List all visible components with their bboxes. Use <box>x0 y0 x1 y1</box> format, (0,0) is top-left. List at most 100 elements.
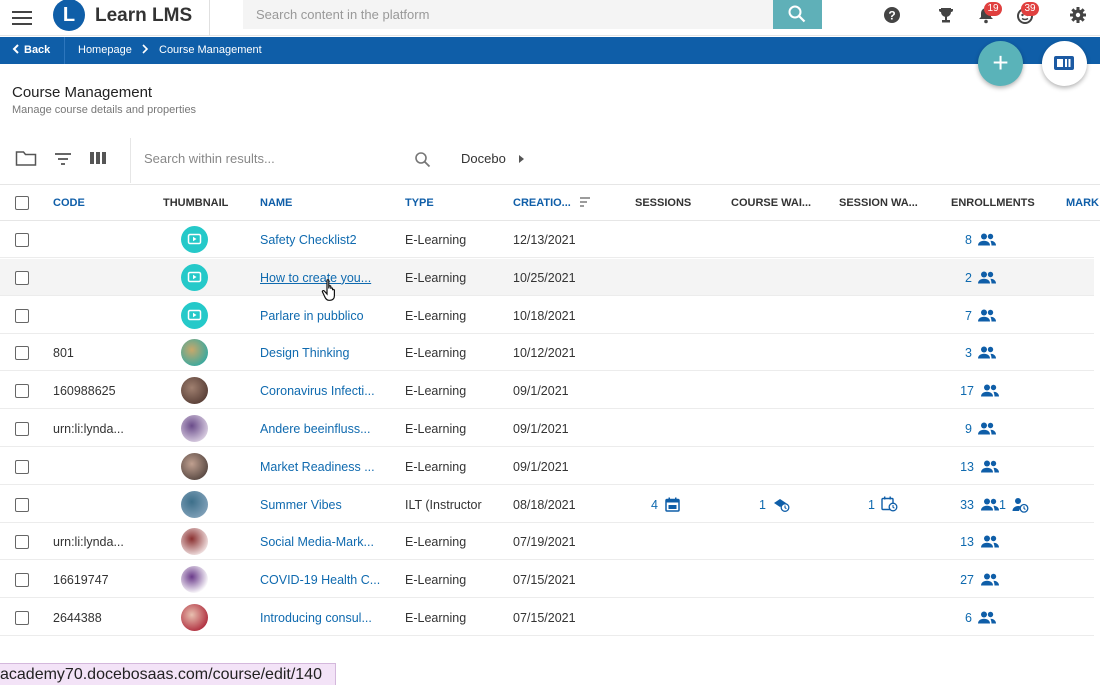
filter-icon[interactable] <box>53 148 73 173</box>
enrollments-people-icon[interactable] <box>978 611 996 629</box>
cell-creation-date: 09/1/2021 <box>513 384 569 399</box>
enrollments-count[interactable]: 3 <box>942 346 972 360</box>
col-creation[interactable]: CREATIO... <box>513 197 571 209</box>
enrollments-count[interactable]: 6 <box>942 611 972 625</box>
table-row[interactable]: Parlare in pubblico E-Learning 10/18/2021 7 <box>0 297 1094 334</box>
source-selector[interactable]: Docebo <box>461 151 506 166</box>
divider <box>130 138 131 183</box>
enrollments-count[interactable]: 27 <box>944 573 974 587</box>
course-name-link[interactable]: COVID-19 Health C... <box>260 573 380 587</box>
row-checkbox[interactable] <box>15 422 29 436</box>
add-course-button[interactable]: + <box>978 41 1023 86</box>
enrollments-count[interactable]: 9 <box>942 422 972 436</box>
enrollments-count[interactable]: 13 <box>944 460 974 474</box>
cell-code: 16619747 <box>53 573 109 588</box>
course-name-link[interactable]: Introducing consul... <box>260 611 372 625</box>
enrollments-count[interactable]: 17 <box>944 384 974 398</box>
row-checkbox[interactable] <box>15 535 29 550</box>
session-waiting-icon[interactable] <box>881 496 898 517</box>
course-thumbnail-image <box>181 490 208 518</box>
course-waiting-count[interactable]: 1 <box>736 498 766 512</box>
row-checkbox[interactable] <box>15 497 29 512</box>
table-row[interactable]: urn:li:lynda... Andere beeinfluss... E-Lea… <box>0 410 1094 447</box>
enrollments-people-icon[interactable] <box>978 233 996 251</box>
notifications-bell-icon[interactable]: 19 <box>976 2 1002 27</box>
enrollments-count[interactable]: 7 <box>942 309 972 323</box>
table-row[interactable]: 2644388 Introducing consul... E-Learning 07… <box>0 599 1094 636</box>
help-icon[interactable]: ? <box>882 5 904 27</box>
row-checkbox[interactable] <box>15 611 29 625</box>
row-checkbox[interactable] <box>15 233 29 247</box>
enrollments-people-icon[interactable] <box>981 498 999 516</box>
row-checkbox[interactable] <box>15 573 29 588</box>
calendar-icon[interactable] <box>665 497 680 517</box>
course-name-link[interactable]: Coronavirus Infecti... <box>260 384 375 398</box>
breadcrumb-bar: Back Homepage Course Management <box>0 37 1100 64</box>
course-name-link[interactable]: Social Media-Mark... <box>260 535 374 549</box>
col-more[interactable]: MARK <box>1066 197 1099 209</box>
enrollments-people-icon[interactable] <box>981 460 999 478</box>
course-name-link[interactable]: Safety Checklist2 <box>260 233 357 247</box>
enrollments-people-icon[interactable] <box>978 422 996 440</box>
row-checkbox[interactable] <box>15 308 29 323</box>
table-row[interactable]: How to create you... E-Learning 10/25/2021… <box>0 258 1094 296</box>
enrollments-count[interactable]: 8 <box>942 233 972 247</box>
table-row[interactable]: 801 Design Thinking E-Learning 10/12/2021 3 <box>0 334 1094 372</box>
cell-creation-date: 07/15/2021 <box>513 611 576 625</box>
row-checkbox[interactable] <box>15 384 29 399</box>
col-session-waiting: SESSION WA... <box>839 197 918 209</box>
select-all-checkbox[interactable] <box>15 196 29 210</box>
results-search-input[interactable]: Search within results... <box>144 151 275 166</box>
enrollments-people-icon[interactable] <box>981 384 999 402</box>
row-checkbox[interactable] <box>15 346 29 361</box>
course-name-link[interactable]: Parlare in pubblico <box>260 309 364 323</box>
video-thumbnail-icon <box>181 226 208 253</box>
col-code[interactable]: CODE <box>53 197 85 209</box>
breadcrumb-homepage[interactable]: Homepage <box>78 44 132 56</box>
enrollments-people-icon[interactable] <box>981 573 999 591</box>
global-search-input[interactable]: Search content in the platform <box>243 0 773 29</box>
enrollments-people-icon[interactable] <box>978 271 996 289</box>
messages-icon[interactable]: 39 <box>1015 2 1039 27</box>
table-row[interactable]: Summer Vibes ILT (Instructor 08/18/2021 4 1 1… <box>0 486 1094 523</box>
table-row[interactable]: Safety Checklist2 E-Learning 12/13/2021 8 <box>0 221 1094 258</box>
enrollments-people-icon[interactable] <box>978 346 996 364</box>
row-checkbox[interactable] <box>15 270 29 285</box>
caret-right-icon[interactable] <box>519 155 524 163</box>
course-name-link[interactable]: Market Readiness ... <box>260 460 375 474</box>
enrollments-count[interactable]: 2 <box>942 271 972 285</box>
table-row[interactable]: urn:li:lynda... Social Media-Mark... E-Lea… <box>0 523 1094 561</box>
chevron-right-icon <box>141 43 149 58</box>
folder-icon[interactable] <box>15 148 37 173</box>
enrollments-count[interactable]: 13 <box>944 535 974 549</box>
columns-icon[interactable] <box>89 148 107 173</box>
back-button[interactable]: Back <box>12 44 50 56</box>
course-name-link[interactable]: Andere beeinfluss... <box>260 422 371 436</box>
course-name-link[interactable]: Summer Vibes <box>260 498 342 512</box>
search-button[interactable] <box>773 0 822 29</box>
hamburger-menu-icon[interactable] <box>10 7 34 29</box>
sessions-count[interactable]: 4 <box>628 498 658 512</box>
enrollments-count[interactable]: 33 <box>944 498 974 512</box>
sort-icon[interactable] <box>579 195 591 213</box>
table-row[interactable]: Market Readiness ... E-Learning 09/1/2021 1… <box>0 448 1094 485</box>
panel-toggle-button[interactable] <box>1042 41 1087 86</box>
session-waiting-count[interactable]: 1 <box>845 498 875 512</box>
col-type[interactable]: TYPE <box>405 197 434 209</box>
enrollment-waiting-icon[interactable] <box>1012 497 1029 518</box>
course-thumbnail-image <box>181 415 208 442</box>
col-name[interactable]: NAME <box>260 197 292 209</box>
settings-gear-icon[interactable] <box>1068 5 1090 27</box>
trophy-icon[interactable] <box>936 5 958 27</box>
cell-type: E-Learning <box>405 233 467 247</box>
course-name-link[interactable]: How to create you... <box>260 271 371 285</box>
table-row[interactable]: 160988625 Coronavirus Infecti... E-Learnin… <box>0 372 1094 410</box>
course-name-link[interactable]: Design Thinking <box>260 346 349 360</box>
enrollments-people-icon[interactable] <box>981 535 999 553</box>
course-waiting-icon[interactable] <box>773 497 790 517</box>
enrollments-waiting-count[interactable]: 1 <box>999 498 1006 512</box>
row-checkbox[interactable] <box>15 459 29 474</box>
enrollments-people-icon[interactable] <box>978 309 996 327</box>
search-icon[interactable] <box>414 151 432 174</box>
table-row[interactable]: 16619747 COVID-19 Health C... E-Learning 07… <box>0 561 1094 599</box>
